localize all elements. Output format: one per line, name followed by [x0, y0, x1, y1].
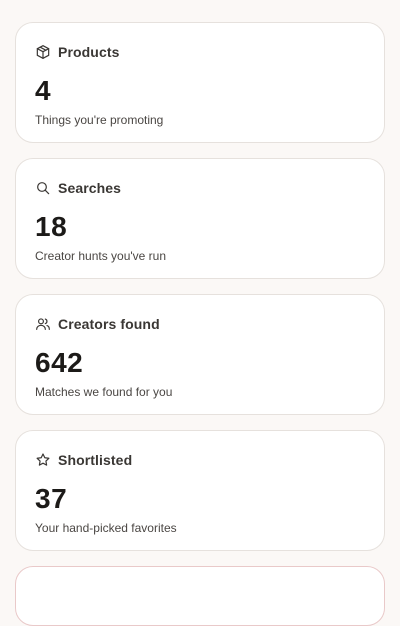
stat-label: Shortlisted: [58, 452, 133, 468]
stats-stack: Products 4 Things you're promoting Searc…: [15, 22, 385, 626]
box-icon: [35, 44, 51, 60]
stat-card-partial[interactable]: [15, 566, 385, 626]
stat-value: 642: [35, 347, 84, 378]
stat-caption: Creator hunts you've run: [35, 249, 167, 263]
stat-value: 4: [35, 75, 52, 106]
stat-card-shortlisted[interactable]: Shortlisted 37 Your hand-picked favorite…: [15, 430, 385, 551]
stat-card-header: Creators found: [35, 315, 365, 333]
star-icon: [35, 452, 51, 468]
stat-card-header: Products: [35, 43, 365, 61]
stat-card-searches[interactable]: Searches 18 Creator hunts you've run: [15, 158, 385, 279]
stat-card-header: Searches: [35, 179, 365, 197]
users-icon: [35, 316, 51, 332]
stat-value: 18: [35, 211, 68, 242]
stat-label: Creators found: [58, 316, 160, 332]
search-icon: [35, 180, 51, 196]
stat-card-creators-found[interactable]: Creators found 642 Matches we found for …: [15, 294, 385, 415]
stat-card-header: Shortlisted: [35, 451, 365, 469]
stat-caption: Things you're promoting: [35, 113, 164, 127]
stat-label: Searches: [58, 180, 122, 196]
stat-label: Products: [58, 44, 120, 60]
stat-card-products[interactable]: Products 4 Things you're promoting: [15, 22, 385, 143]
stat-value: 37: [35, 483, 68, 514]
stat-caption: Your hand-picked favorites: [35, 521, 177, 535]
stat-caption: Matches we found for you: [35, 385, 173, 399]
